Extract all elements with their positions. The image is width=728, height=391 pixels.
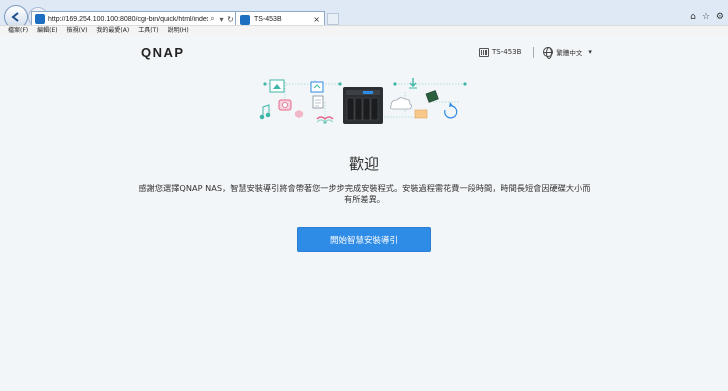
header-divider <box>533 46 535 58</box>
globe-icon[interactable] <box>543 47 554 59</box>
new-tab-button[interactable] <box>327 13 339 25</box>
header-right: TS-453B 繁體中文 ▾ <box>479 45 592 59</box>
settings-gear-icon[interactable]: ⚙ <box>716 12 724 22</box>
home-icon[interactable]: ⌂ <box>690 12 696 22</box>
document-icon <box>312 95 324 109</box>
model-label: TS-453B <box>492 48 522 56</box>
menu-bar: 檔案(F) 編輯(E) 檢視(V) 我的最愛(A) 工具(T) 說明(H) <box>0 25 728 35</box>
tab-title: TS-453B <box>254 16 282 23</box>
download-icon <box>409 78 417 89</box>
menu-tools[interactable]: 工具(T) <box>138 26 158 36</box>
qnap-logo: QNAP <box>141 45 185 60</box>
tab-close-icon[interactable]: × <box>313 15 320 24</box>
tab-favicon-icon <box>240 14 250 25</box>
menu-file[interactable]: 檔案(F) <box>8 26 28 36</box>
dropdown-icon[interactable]: ▾ <box>217 15 226 24</box>
menu-edit[interactable]: 編輯(E) <box>37 26 57 36</box>
nas-device-icon <box>479 47 489 57</box>
search-icon[interactable]: ⌕ <box>208 14 217 24</box>
site-favicon-icon <box>35 14 45 24</box>
cloud-icon <box>390 97 412 110</box>
tablet-icon <box>425 90 439 103</box>
welcome-title: 歡迎 <box>348 155 379 173</box>
welcome-description: 感謝您選擇QNAP NAS，智慧安裝導引將會帶著您一步步完成安裝程式。安裝過程需… <box>138 183 591 204</box>
chevron-down-icon[interactable]: ▾ <box>588 48 592 56</box>
photo-icon <box>269 79 285 93</box>
menu-help[interactable]: 說明(H) <box>168 26 189 36</box>
nas-device-illustration <box>343 87 383 124</box>
back-arrow-icon <box>11 12 19 22</box>
camera-icon <box>278 99 292 111</box>
music-icon <box>259 104 271 120</box>
sync-icon <box>444 105 458 119</box>
browser-toolbar-right: ⌂ ☆ ⚙ <box>690 12 724 22</box>
favorites-star-icon[interactable]: ☆ <box>702 12 710 22</box>
welcome-illustration <box>259 78 467 124</box>
menu-favorites[interactable]: 我的最愛(A) <box>96 26 129 36</box>
tag-icon <box>295 110 303 118</box>
monitor-icon <box>310 81 324 93</box>
language-selector[interactable]: 繁體中文 <box>556 47 582 57</box>
start-smart-installation-button[interactable]: 開始智慧安裝導引 <box>297 227 431 252</box>
address-url[interactable]: http://169.254.100.100:8080/cgi-bin/quic… <box>48 16 208 23</box>
refresh-icon[interactable]: ↻ <box>226 15 235 24</box>
menu-view[interactable]: 檢視(V) <box>67 26 88 36</box>
folder-icon <box>414 109 428 119</box>
